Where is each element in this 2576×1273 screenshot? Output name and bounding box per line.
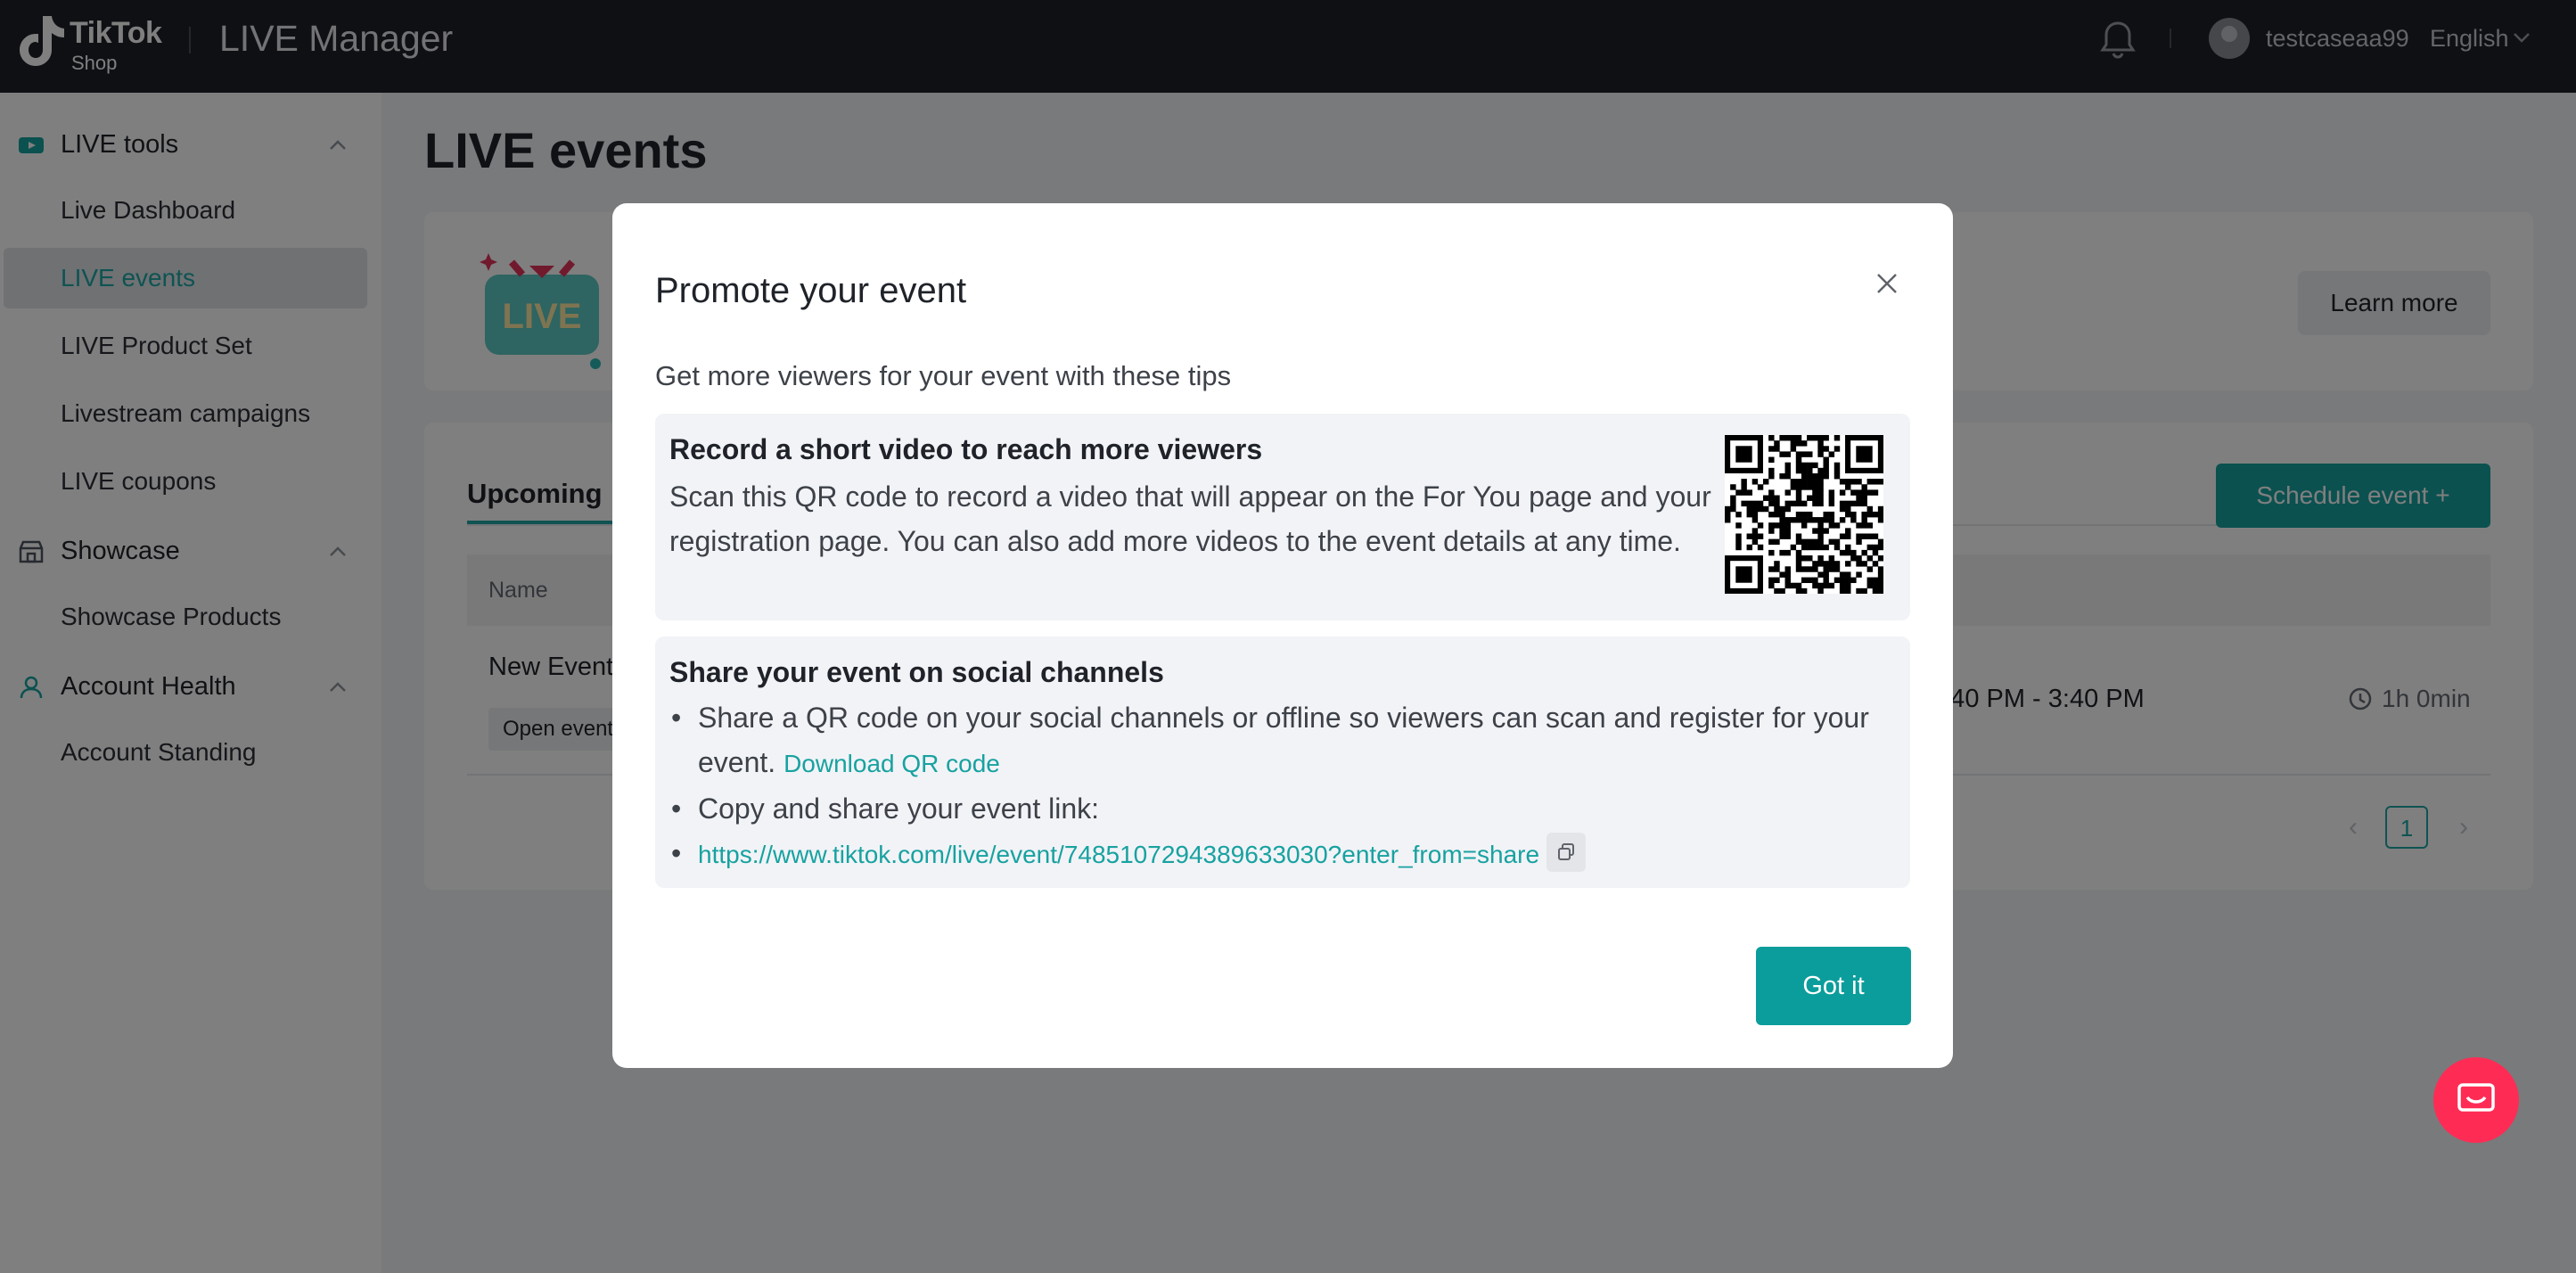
tip-title: Record a short video to reach more viewe… [669,433,1263,465]
copy-icon [1558,842,1575,860]
tip-body: Scan this QR code to record a video that… [669,480,1711,557]
chat-icon [2457,1083,2495,1112]
tip-bullet-text: Copy and share your event link: [698,793,1100,825]
chat-support-button[interactable] [2433,1057,2519,1143]
list-item: Copy and share your event link: [669,786,1899,831]
tip-share-social: Share your event on social channels Shar… [655,636,1910,888]
copy-link-button[interactable] [1546,832,1587,872]
got-it-button[interactable]: Got it [1756,947,1911,1025]
tip-list: Share a QR code on your social channels … [669,695,1899,877]
event-link[interactable]: https://www.tiktok.com/live/event/748510… [698,841,1539,868]
qr-code-icon [1725,435,1883,594]
modal-title: Promote your event [655,271,967,310]
download-qr-code-link[interactable]: Download QR code [783,750,1000,777]
tip-record-video: Record a short video to reach more viewe… [655,414,1910,620]
tip-title: Share your event on social channels [669,656,1164,688]
modal-subtitle: Get more viewers for your event with the… [655,360,1232,391]
close-icon[interactable] [1875,271,1899,296]
promote-event-modal: Promote your event Get more viewers for … [612,203,1953,1068]
list-item: https://www.tiktok.com/live/event/748510… [669,831,1899,877]
list-item: Share a QR code on your social channels … [669,695,1899,786]
